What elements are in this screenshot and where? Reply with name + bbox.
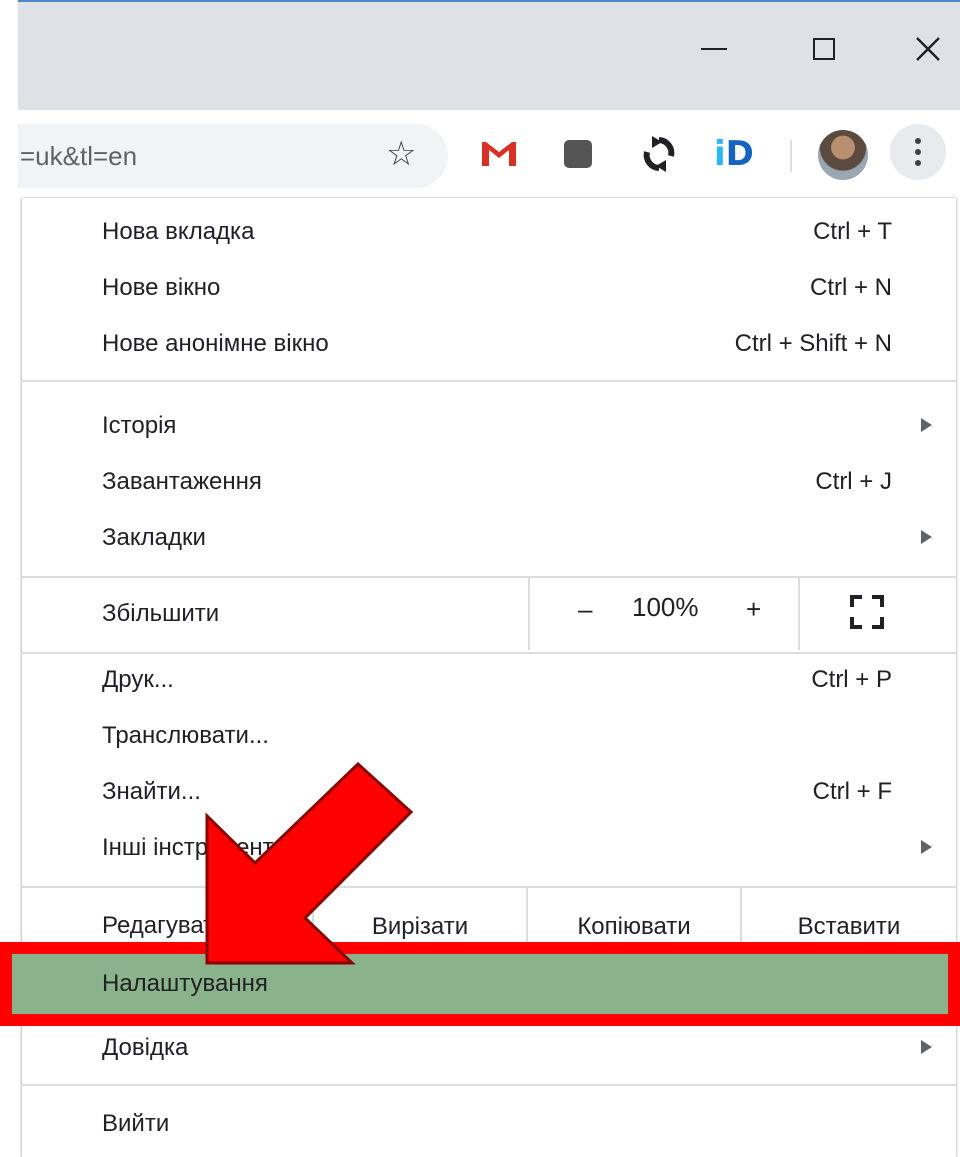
menu-item-bookmarks[interactable]: Закладки	[22, 510, 956, 566]
url-text: =uk&tl=en	[20, 141, 138, 171]
id-extension-icon[interactable]: iD	[714, 134, 754, 174]
close-button[interactable]	[898, 24, 958, 74]
chrome-menu: Нова вкладка Ctrl + T Нове вікно Ctrl + …	[0, 198, 960, 1157]
sync-extension-icon[interactable]	[642, 136, 676, 172]
zoom-controls: – 100% +	[528, 576, 800, 650]
toolbar-divider	[790, 140, 792, 172]
gmail-icon[interactable]	[480, 138, 518, 168]
menu-divider	[22, 380, 956, 382]
maximize-button[interactable]	[794, 24, 854, 74]
menu-item-find[interactable]: Знайти... Ctrl + F	[22, 764, 956, 820]
menu-item-downloads[interactable]: Завантаження Ctrl + J	[22, 454, 956, 510]
submenu-arrow-icon	[921, 1040, 932, 1054]
dot-icon	[915, 138, 921, 144]
fullscreen-icon[interactable]	[850, 595, 884, 629]
menu-divider	[22, 1084, 956, 1086]
menu-item-incognito[interactable]: Нове анонімне вікно Ctrl + Shift + N	[22, 316, 956, 372]
browser-toolbar: =uk&tl=en ☆ iD	[18, 110, 960, 200]
star-icon[interactable]: ☆	[386, 137, 416, 171]
zoom-level: 100%	[632, 592, 699, 622]
zoom-in-button[interactable]: +	[746, 594, 761, 625]
avatar[interactable]	[818, 130, 868, 180]
menu-item-exit[interactable]: Вийти	[22, 1096, 956, 1152]
menu-item-new-window[interactable]: Нове вікно Ctrl + N	[22, 260, 956, 316]
menu-item-history[interactable]: Історія	[22, 398, 956, 454]
minimize-icon	[701, 48, 727, 50]
close-icon	[916, 37, 940, 61]
menu-item-more-tools[interactable]: Інші інструменти	[22, 820, 956, 876]
zoom-row: Збільшити – 100% +	[22, 576, 956, 652]
submenu-arrow-icon	[921, 840, 932, 854]
zoom-out-button[interactable]: –	[578, 594, 592, 625]
dot-icon	[915, 160, 921, 166]
submenu-arrow-icon	[921, 418, 932, 432]
maximize-icon	[813, 38, 835, 60]
menu-button[interactable]	[890, 124, 946, 180]
title-bar	[18, 0, 960, 110]
square-extension-icon[interactable]	[564, 140, 592, 168]
dot-icon	[915, 149, 921, 155]
menu-item-cast[interactable]: Транслювати...	[22, 708, 956, 764]
menu-item-help[interactable]: Довідка	[22, 1020, 956, 1076]
submenu-arrow-icon	[921, 530, 932, 544]
zoom-label: Збільшити	[102, 600, 220, 627]
address-bar[interactable]: =uk&tl=en ☆	[18, 124, 448, 188]
menu-item-print[interactable]: Друк... Ctrl + P	[22, 652, 956, 708]
menu-item-new-tab[interactable]: Нова вкладка Ctrl + T	[22, 204, 956, 260]
minimize-button[interactable]	[684, 24, 744, 74]
edit-label: Редагувати	[102, 912, 228, 939]
settings-highlight-box	[0, 942, 960, 1026]
